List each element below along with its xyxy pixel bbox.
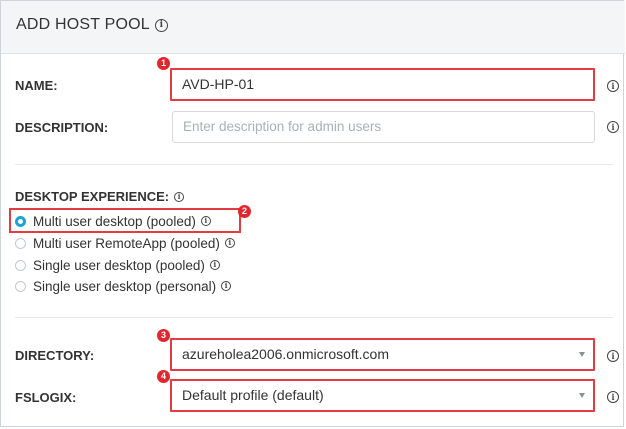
- desktop-experience-label-text: DESKTOP EXPERIENCE:: [15, 189, 170, 204]
- fslogix-select[interactable]: Default profile (default): [170, 379, 595, 412]
- radio-unchecked-icon[interactable]: [15, 280, 26, 292]
- info-icon[interactable]: i: [224, 238, 235, 248]
- callout-badge-4: 4: [157, 370, 170, 383]
- info-icon[interactable]: i: [154, 18, 168, 32]
- radio-option-multi-user-remoteapp[interactable]: Multi user RemoteApp (pooled) i: [15, 233, 235, 253]
- radio-unchecked-icon[interactable]: [15, 237, 26, 249]
- radio-option-label: Single user desktop (personal): [33, 278, 217, 294]
- callout-badge-3: 3: [157, 329, 170, 342]
- name-label: NAME:: [15, 78, 58, 93]
- radio-option-label: Single user desktop (pooled): [33, 257, 205, 273]
- radio-option-single-user-personal[interactable]: Single user desktop (personal) i: [15, 276, 232, 296]
- callout-badge-2: 2: [238, 205, 251, 218]
- desktop-experience-info-icon[interactable]: i: [174, 191, 185, 202]
- caret-down-icon: [579, 352, 585, 357]
- radio-checked-icon[interactable]: [15, 215, 26, 227]
- panel-header: ADD HOST POOL i: [1, 1, 625, 54]
- directory-select-value: azureholea2006.onmicrosoft.com: [182, 346, 390, 362]
- directory-select[interactable]: azureholea2006.onmicrosoft.com: [170, 338, 595, 371]
- add-host-pool-panel: ADD HOST POOL i NAME: AVD-HP-01 i 1 DESC…: [0, 0, 625, 427]
- description-label: DESCRIPTION:: [15, 120, 109, 135]
- callout-badge-1: 1: [157, 57, 170, 70]
- divider: [15, 317, 613, 318]
- name-info-icon[interactable]: i: [607, 80, 619, 92]
- info-icon[interactable]: i: [209, 260, 220, 270]
- caret-down-icon: [579, 393, 585, 398]
- description-placeholder: Enter description for admin users: [183, 119, 382, 134]
- directory-label: DIRECTORY:: [15, 348, 95, 363]
- radio-unchecked-icon[interactable]: [15, 259, 26, 271]
- directory-info-icon[interactable]: i: [607, 350, 619, 362]
- radio-option-label: Multi user desktop (pooled): [33, 213, 196, 229]
- name-input-value: AVD-HP-01: [182, 76, 255, 92]
- radio-option-multi-user-desktop[interactable]: Multi user desktop (pooled) i: [15, 211, 211, 231]
- description-input[interactable]: Enter description for admin users: [172, 111, 595, 143]
- page-title-text: ADD HOST POOL: [16, 16, 150, 33]
- fslogix-info-icon[interactable]: i: [607, 391, 619, 403]
- desktop-experience-label: DESKTOP EXPERIENCE: i: [15, 189, 185, 204]
- page-title: ADD HOST POOL i: [16, 16, 168, 34]
- description-info-icon[interactable]: i: [607, 121, 619, 133]
- radio-option-single-user-pooled[interactable]: Single user desktop (pooled) i: [15, 255, 220, 275]
- info-icon[interactable]: i: [200, 216, 211, 226]
- fslogix-select-value: Default profile (default): [182, 387, 324, 403]
- fslogix-label: FSLOGIX:: [15, 390, 77, 405]
- radio-option-label: Multi user RemoteApp (pooled): [33, 235, 220, 251]
- name-input[interactable]: AVD-HP-01: [170, 68, 595, 101]
- info-icon[interactable]: i: [221, 281, 232, 291]
- divider: [15, 164, 613, 165]
